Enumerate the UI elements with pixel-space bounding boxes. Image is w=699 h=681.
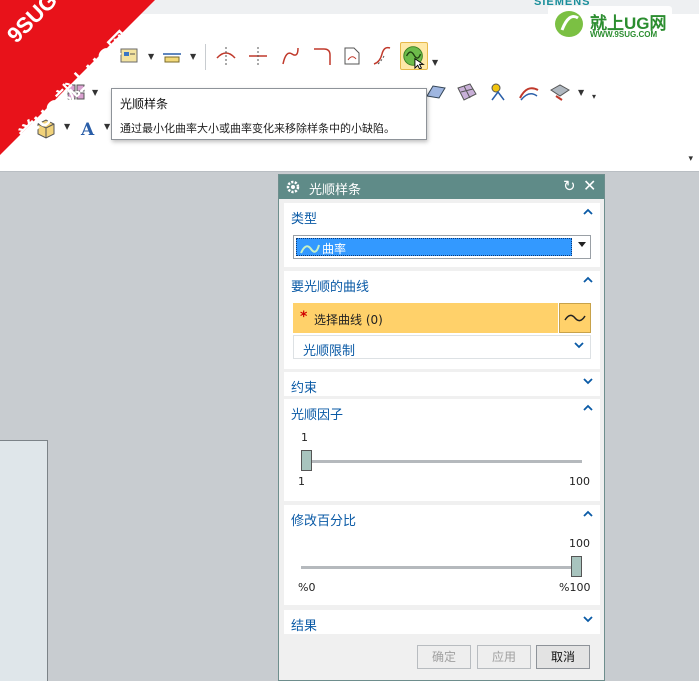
chevron-down-icon[interactable] bbox=[582, 613, 594, 627]
modify-percent-value: 100 bbox=[569, 537, 590, 550]
smooth-factor-section-header[interactable]: 光顺因子 bbox=[284, 399, 600, 423]
close-icon[interactable]: ✕ bbox=[583, 177, 596, 195]
constraint-section-header[interactable]: 约束 bbox=[284, 372, 600, 396]
smooth-factor-min: 1 bbox=[298, 475, 305, 488]
chevron-down-icon[interactable]: ▼ bbox=[104, 122, 110, 131]
constraint-section-label: 约束 bbox=[291, 381, 318, 396]
modify-percent-track[interactable] bbox=[301, 566, 582, 569]
curve-picker-button[interactable] bbox=[559, 303, 591, 333]
overflow-icon[interactable]: ▾ bbox=[592, 92, 596, 101]
dialog-title-bar: 光顺样条 ↻ ✕ bbox=[279, 175, 604, 199]
curve-section-label: 要光顺的曲线 bbox=[291, 280, 370, 295]
type-dropdown-selected: 曲率 bbox=[296, 238, 572, 256]
smooth-limit-row[interactable]: 光顺限制 bbox=[293, 335, 591, 359]
smooth-factor-section: 光顺因子 1 1 100 bbox=[284, 399, 600, 501]
surface-icon[interactable] bbox=[424, 80, 448, 104]
trim-curve-icon[interactable] bbox=[214, 44, 238, 68]
result-section-label: 结果 bbox=[291, 619, 318, 634]
modify-percent-min: %0 bbox=[298, 581, 316, 594]
model-body[interactable] bbox=[0, 440, 48, 681]
smooth-spline-dialog: 光顺样条 ↻ ✕ 类型 曲率 要光顺的曲线 * 选择曲线 (0) 光顺限制 约束… bbox=[278, 174, 605, 681]
table-icon[interactable] bbox=[117, 44, 141, 68]
smooth-spline-icon[interactable] bbox=[400, 42, 428, 70]
tooltip-title: 光顺样条 bbox=[120, 97, 169, 111]
fillet-curve-icon[interactable] bbox=[310, 44, 334, 68]
curvature-icon bbox=[300, 244, 320, 254]
curve-section: 要光顺的曲线 * 选择曲线 (0) 光顺限制 bbox=[284, 271, 600, 369]
constraint-section: 约束 bbox=[284, 372, 600, 396]
smooth-factor-track[interactable] bbox=[301, 460, 582, 463]
apply-button[interactable]: 应用 bbox=[477, 645, 531, 669]
required-marker: * bbox=[300, 309, 308, 325]
join-curve-icon[interactable] bbox=[278, 44, 302, 68]
curve-length-icon[interactable] bbox=[340, 44, 364, 68]
result-section-header[interactable]: 结果 bbox=[284, 610, 600, 634]
dimension-icon[interactable] bbox=[160, 44, 184, 68]
text-style-icon[interactable]: A bbox=[78, 116, 102, 140]
svg-text:A: A bbox=[80, 120, 95, 140]
box-icon[interactable] bbox=[34, 116, 58, 140]
modify-percent-label: 修改百分比 bbox=[291, 514, 357, 529]
curve-section-header[interactable]: 要光顺的曲线 bbox=[284, 271, 600, 295]
chevron-down-icon[interactable]: ▼ bbox=[148, 52, 154, 61]
fiber-icon[interactable] bbox=[548, 80, 572, 104]
modify-percent-section-header[interactable]: 修改百分比 bbox=[284, 505, 600, 529]
smooth-factor-max: 100 bbox=[569, 475, 590, 488]
modify-percent-section: 修改百分比 100 %0 %100 bbox=[284, 505, 600, 605]
type-dropdown-value: 曲率 bbox=[322, 242, 347, 256]
flow-icon[interactable] bbox=[517, 80, 541, 104]
dropdown-arrow-icon[interactable] bbox=[578, 242, 586, 247]
cancel-button[interactable]: 取消 bbox=[536, 645, 590, 669]
chevron-down-icon[interactable] bbox=[582, 375, 594, 389]
leaf-logo-icon bbox=[555, 11, 583, 37]
mesh-icon[interactable] bbox=[455, 80, 479, 104]
gear-icon[interactable] bbox=[285, 179, 301, 195]
offset-curve-icon[interactable] bbox=[370, 44, 394, 68]
dialog-title: 光顺样条 bbox=[309, 183, 362, 198]
chevron-down-icon[interactable]: ▼ bbox=[64, 122, 70, 131]
snap-icon[interactable] bbox=[486, 80, 510, 104]
type-section-header[interactable]: 类型 bbox=[284, 203, 600, 227]
chevron-up-icon[interactable] bbox=[582, 206, 594, 220]
grid-layout-icon[interactable] bbox=[64, 80, 88, 104]
smooth-limit-label: 光顺限制 bbox=[303, 344, 356, 359]
modify-percent-slider[interactable] bbox=[571, 556, 582, 577]
result-section: 结果 bbox=[284, 610, 600, 634]
ok-button[interactable]: 确定 bbox=[417, 645, 471, 669]
select-curve-field[interactable]: * 选择曲线 (0) bbox=[293, 303, 558, 333]
reset-icon[interactable]: ↻ bbox=[563, 178, 576, 194]
smooth-factor-label: 光顺因子 bbox=[291, 408, 344, 423]
chevron-down-icon[interactable] bbox=[573, 339, 585, 354]
tooltip: 光顺样条 通过最小化曲率大小或曲率变化来移除样条中的小缺陷。 bbox=[111, 88, 427, 140]
tooltip-description: 通过最小化曲率大小或曲率变化来移除样条中的小缺陷。 bbox=[120, 122, 395, 135]
chevron-down-icon[interactable]: ▼ bbox=[92, 88, 98, 97]
chevron-up-icon[interactable] bbox=[582, 274, 594, 288]
chevron-down-icon[interactable]: ▼ bbox=[190, 52, 196, 61]
watermark-logo: 就上UG网 WWW.9SUG.COM bbox=[548, 6, 672, 42]
watermark-logo-url: WWW.9SUG.COM bbox=[590, 30, 658, 39]
divide-curve-icon[interactable] bbox=[246, 44, 270, 68]
select-curve-label: 选择曲线 (0) bbox=[314, 313, 383, 327]
modify-percent-max: %100 bbox=[559, 581, 591, 594]
chevron-up-icon[interactable] bbox=[582, 402, 594, 416]
type-section: 类型 曲率 bbox=[284, 203, 600, 267]
curve-icon bbox=[564, 314, 586, 322]
smooth-factor-slider[interactable] bbox=[301, 450, 312, 471]
toolbar-separator bbox=[205, 44, 206, 70]
chevron-down-icon[interactable]: ▼ bbox=[578, 88, 584, 97]
chevron-up-icon[interactable] bbox=[582, 508, 594, 522]
type-dropdown[interactable]: 曲率 bbox=[293, 235, 591, 259]
chevron-down-icon[interactable]: ▼ bbox=[432, 58, 438, 67]
smooth-factor-value: 1 bbox=[301, 431, 308, 444]
type-section-label: 类型 bbox=[291, 212, 318, 227]
ribbon-collapse-icon[interactable]: ▾ bbox=[688, 154, 693, 164]
